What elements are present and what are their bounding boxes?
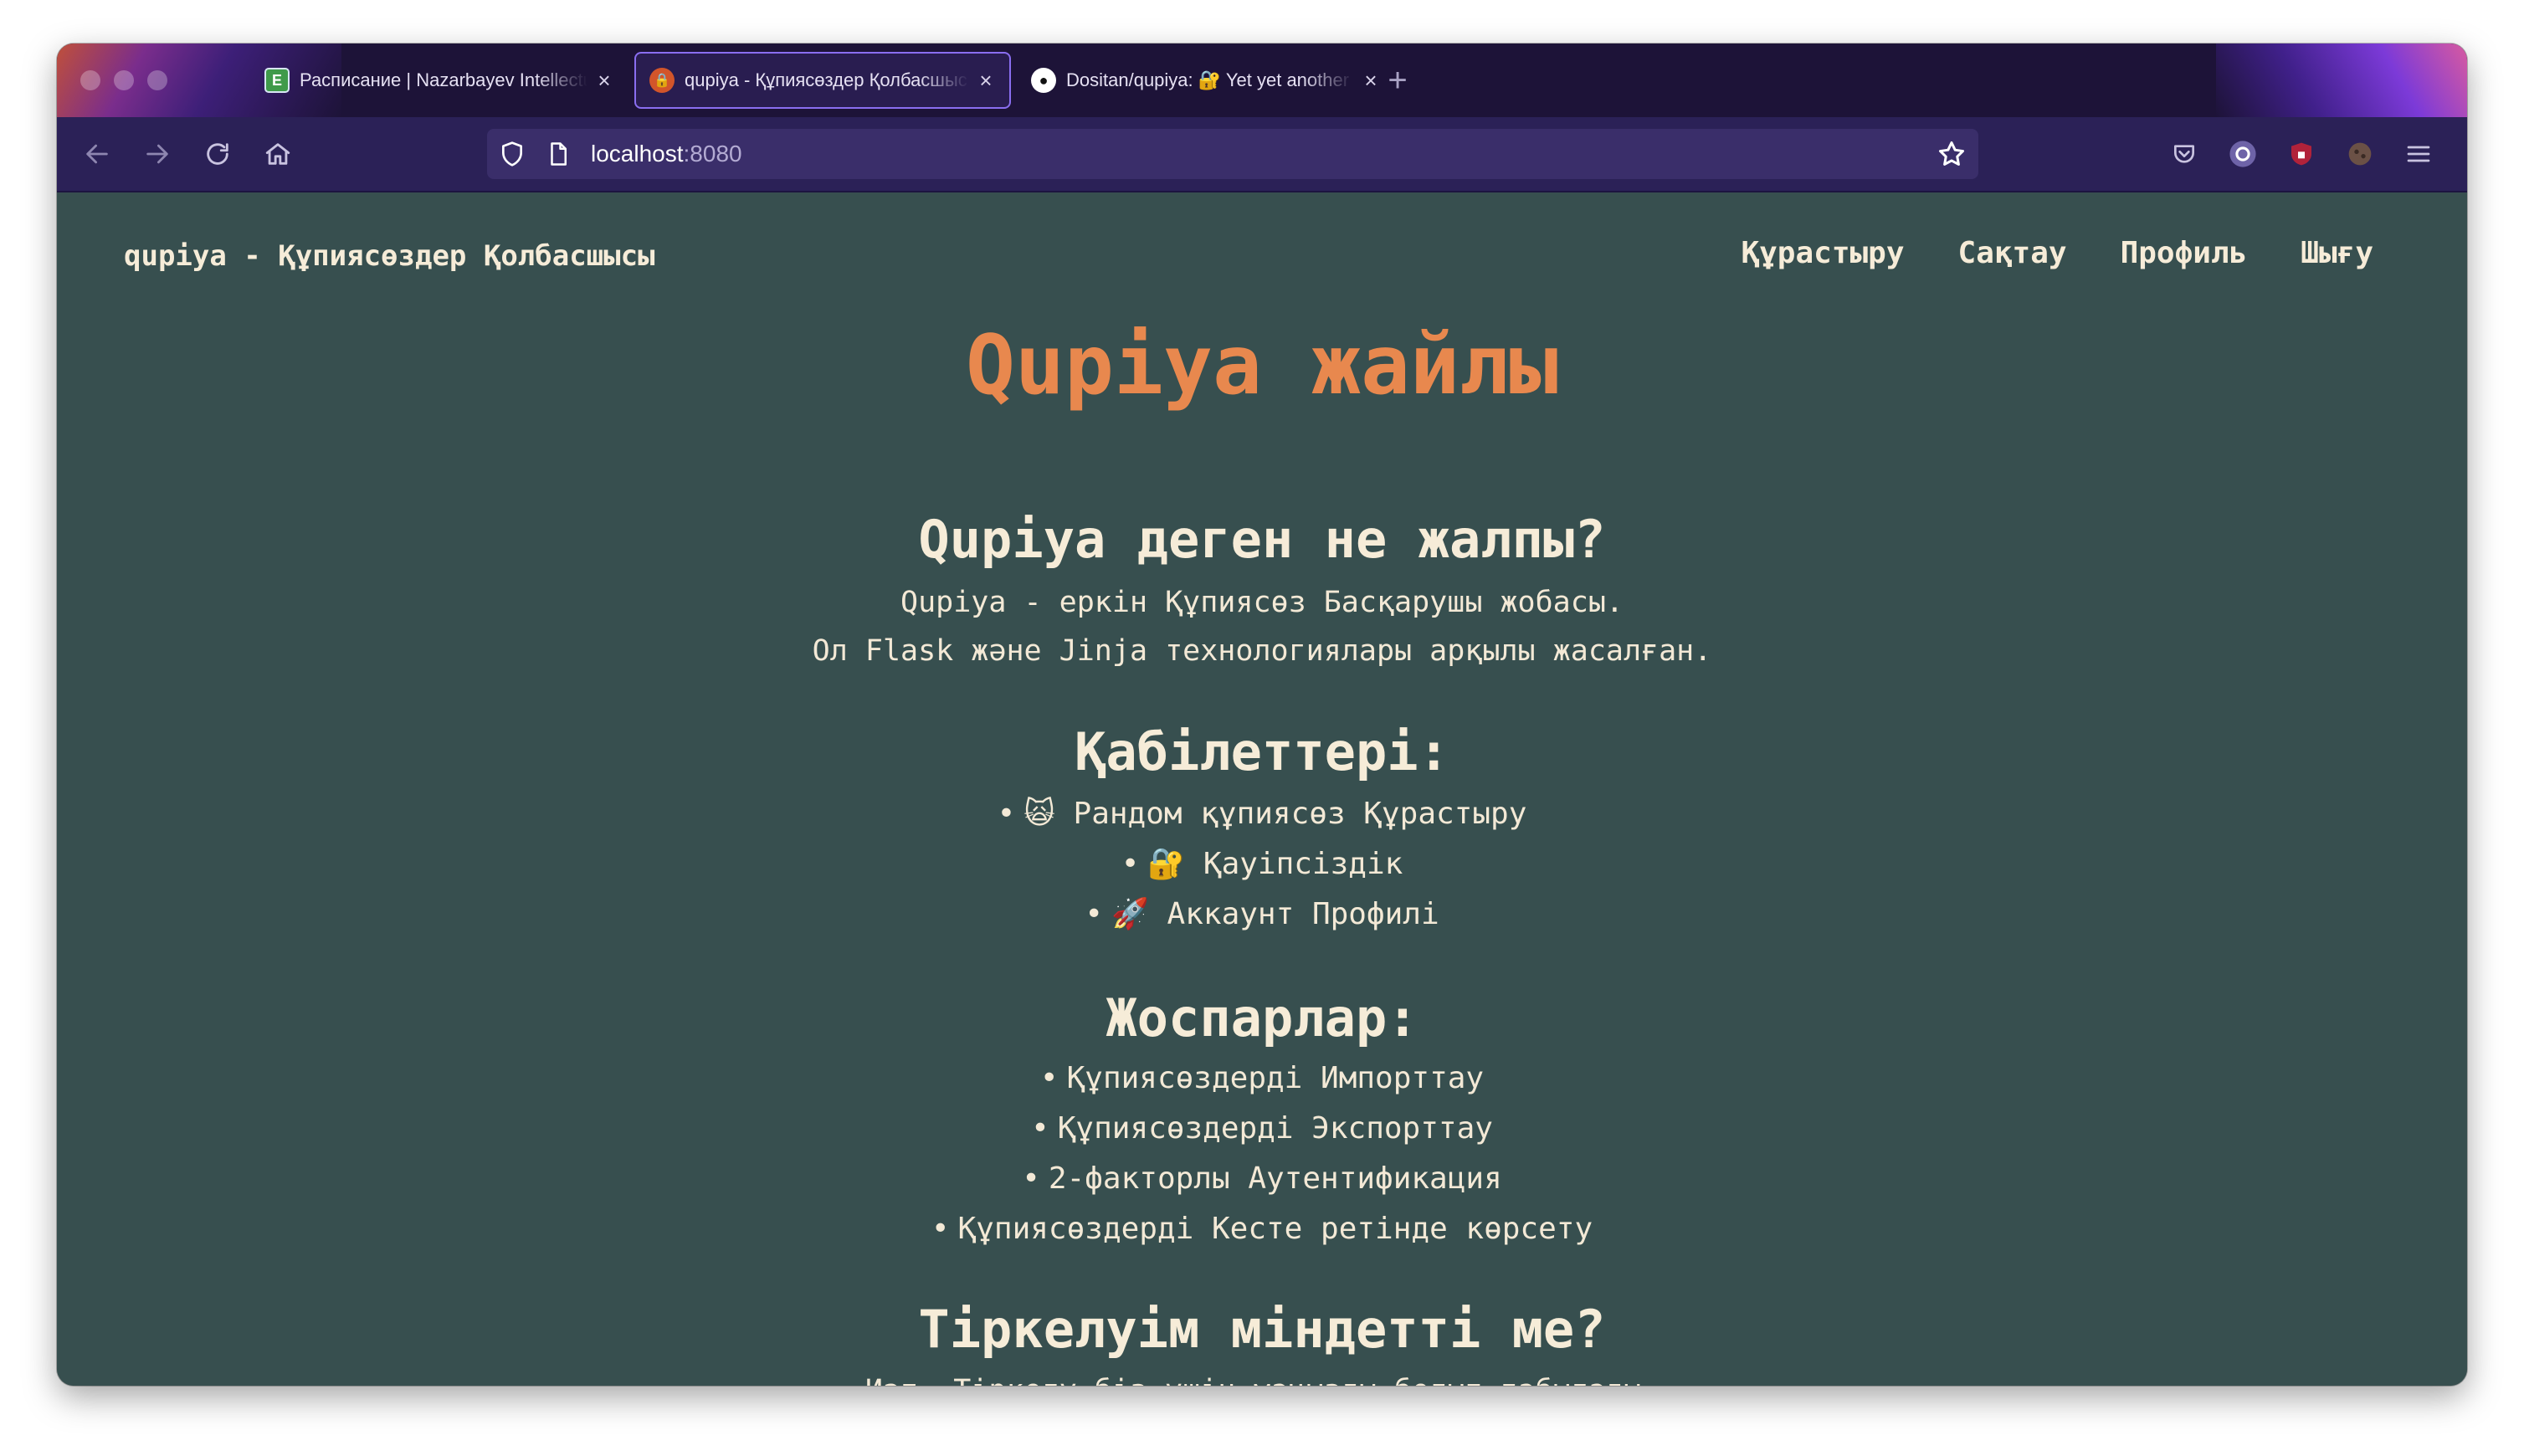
- features-list: • 🙀 Рандом құпиясөз Құрастыру • 🔐 Қауіпсіз…: [57, 789, 2467, 940]
- tab-close-icon[interactable]: ×: [593, 68, 616, 94]
- arrow-right-icon: [146, 144, 168, 164]
- github-icon: ●: [1031, 68, 1056, 93]
- browser-window: E Расписание | Nazarbayev Intellectual S…: [57, 44, 2467, 1386]
- new-tab-button[interactable]: +: [1376, 59, 1419, 102]
- plan-text: 2-факторлы Аутентификация: [1048, 1161, 1502, 1196]
- about-line: Qupiya - еркін Құпиясөз Басқарушы жобасы…: [900, 586, 1624, 619]
- back-button[interactable]: [75, 132, 119, 176]
- site-nav: Құрастыру Сақтау Профиль Шығу: [1741, 236, 2373, 270]
- tab-qupiya[interactable]: 🔒 qupiya - Құпиясөздер Қолбасшысы ×: [634, 52, 1011, 109]
- tab-bar: E Расписание | Nazarbayev Intellectual S…: [57, 44, 2467, 117]
- spreadsheet-icon: E: [264, 68, 290, 93]
- account-button[interactable]: [2224, 136, 2261, 172]
- shield-icon[interactable]: [499, 141, 526, 167]
- tab-title: Расписание | Nazarbayev Intellectual Sch…: [300, 69, 587, 90]
- plan-item: • Құпиясөздерді Импорттау: [1039, 1061, 1485, 1095]
- tab-schedule[interactable]: E Расписание | Nazarbayev Intellectual S…: [251, 52, 628, 109]
- ublock-button[interactable]: [2283, 136, 2320, 172]
- bookmark-star-icon[interactable]: [1937, 139, 1967, 169]
- account-icon: [2229, 141, 2256, 167]
- shield-extension-icon: [2291, 142, 2311, 166]
- minimize-window-button[interactable]: [114, 70, 134, 90]
- scream-cat-icon: 🙀: [1023, 797, 1055, 831]
- plan-text: Құпиясөздерді Кесте ретінде көрсету: [957, 1212, 1593, 1246]
- address-bar[interactable]: localhost:8080: [487, 129, 1978, 179]
- feature-item: • 🔐 Қауіпсіздік: [1121, 847, 1403, 881]
- tab-title: qupiya - Құпиясөздер Қолбасшысы: [685, 69, 969, 90]
- plans-heading: Жоспарлар:: [1106, 987, 1418, 1048]
- about-section: Qupiya деген не жалпы? Qupiya - еркін Құ…: [57, 509, 2467, 675]
- arrow-left-icon: [86, 144, 108, 164]
- puzzle-extension-icon: [2348, 142, 2372, 166]
- reload-button[interactable]: [196, 132, 239, 176]
- navigation-bar: localhost:8080: [57, 117, 2467, 192]
- pocket-icon: [2174, 145, 2194, 163]
- plans-section: Жоспарлар: • Құпиясөздерді Импорттау • Құп…: [57, 987, 2467, 1254]
- url-port: :8080: [683, 141, 742, 167]
- maximize-window-button[interactable]: [147, 70, 167, 90]
- page-title: Qupiya жайлы: [965, 318, 1558, 413]
- features-section: Қабілеттері: • 🙀 Рандом құпиясөз Құрастыр…: [57, 721, 2467, 940]
- site-brand[interactable]: qupiya - Құпиясөздер Қолбасшысы: [124, 239, 655, 273]
- lock-key-icon: 🔐: [1147, 847, 1186, 881]
- about-heading: Qupiya деген не жалпы?: [918, 509, 1606, 570]
- registration-line: Иәп. Тіркелу біз үшін маңызды болып табы…: [57, 1366, 2467, 1386]
- hamburger-menu-icon: [2407, 146, 2430, 162]
- tab-close-icon[interactable]: ×: [974, 68, 998, 94]
- feature-item: • 🚀 Аккаунт Профилі: [1085, 897, 1439, 931]
- pocket-button[interactable]: [2166, 136, 2203, 172]
- registration-section: Тіркелуім міндетті ме? Иәп. Тіркелу біз …: [57, 1299, 2467, 1386]
- nav-link-save[interactable]: Сақтау: [1958, 236, 2067, 270]
- reload-icon: [207, 143, 228, 165]
- page-icon[interactable]: [546, 141, 571, 167]
- home-button[interactable]: [256, 132, 300, 176]
- forward-button[interactable]: [136, 132, 179, 176]
- feature-text: Аккаунт Профилі: [1167, 897, 1439, 931]
- lock-icon: 🔒: [649, 68, 675, 93]
- close-window-button[interactable]: [80, 70, 100, 90]
- tab-title: Dositan/qupiya: 🔐 Yet yet another passwo…: [1066, 69, 1354, 90]
- feature-text: Қауіпсіздік: [1203, 847, 1403, 881]
- url-host: localhost: [591, 141, 684, 167]
- plan-item: • 2-факторлы Аутентификация: [1022, 1161, 1502, 1196]
- plan-item: • Құпиясөздерді Кесте ретінде көрсету: [931, 1212, 1593, 1246]
- feature-text: Рандом құпиясөз Құрастыру: [1073, 797, 1527, 831]
- plan-text: Құпиясөздерді Экспорттау: [1057, 1111, 1493, 1146]
- page-content: qupiya - Құпиясөздер Қолбасшысы Құрастыр…: [57, 192, 2467, 1386]
- nav-link-profile[interactable]: Профиль: [2121, 236, 2248, 270]
- tab-github[interactable]: ● Dositan/qupiya: 🔐 Yet yet another pass…: [1018, 52, 1394, 109]
- nav-link-logout[interactable]: Шығу: [2301, 236, 2373, 270]
- about-line: Ол Flask және Jinja технологиялары арқыл…: [812, 634, 1712, 668]
- rocket-icon: 🚀: [1111, 897, 1149, 931]
- features-heading: Қабілеттері:: [1075, 721, 1449, 782]
- plans-list: • Құпиясөздерді Импорттау • Құпиясөздерді …: [57, 1054, 2467, 1254]
- menu-button[interactable]: [2400, 136, 2437, 172]
- theme-decoration-right: [2216, 44, 2467, 117]
- plan-text: Құпиясөздерді Импорттау: [1066, 1061, 1485, 1095]
- window-controls: [80, 70, 167, 90]
- registration-heading: Тіркелуім міндетті ме?: [918, 1299, 1606, 1360]
- feature-item: • 🙀 Рандом құпиясөз Құрастыру: [997, 797, 1527, 831]
- plan-item: • Құпиясөздерді Экспорттау: [1031, 1111, 1493, 1146]
- home-icon: [265, 143, 290, 165]
- nav-link-generate[interactable]: Құрастыру: [1741, 236, 1904, 270]
- extension-button[interactable]: [2342, 136, 2378, 172]
- url-text[interactable]: localhost:8080: [591, 129, 742, 179]
